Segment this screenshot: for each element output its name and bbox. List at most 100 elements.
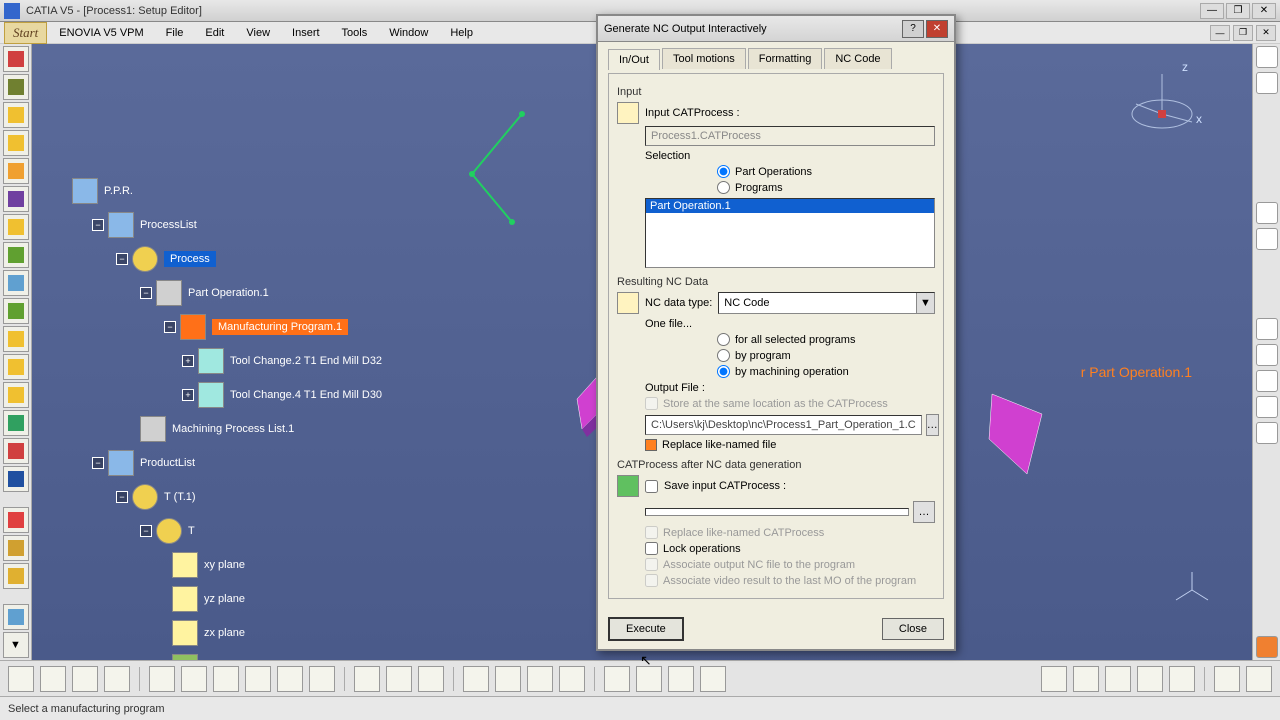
tool-button-6[interactable] [3,186,29,212]
tool-button-1[interactable] [3,46,29,72]
execute-button[interactable]: Execute [608,617,684,641]
tool-button-7[interactable] [3,214,29,240]
tree-tt1[interactable]: T (T.1) [164,491,196,503]
radio-programs[interactable] [717,181,730,194]
maximize-button[interactable]: ❐ [1226,3,1250,19]
expander-icon[interactable]: + [182,355,194,367]
list-item[interactable]: Part Operation.1 [646,199,934,213]
menu-edit[interactable]: Edit [195,25,234,41]
menu-enovia[interactable]: ENOVIA V5 VPM [49,25,153,41]
btool-14[interactable] [1137,666,1163,692]
tool-button-18[interactable] [3,535,29,561]
btool-6[interactable] [559,666,585,692]
radio-all-programs[interactable] [717,333,730,346]
tool-button-2[interactable] [3,74,29,100]
expander-icon[interactable]: − [140,287,152,299]
tool-button-4[interactable] [3,130,29,156]
tree-ppr[interactable]: P.P.R. [104,185,133,197]
tab-toolmotions[interactable]: Tool motions [662,48,746,69]
tree-partop[interactable]: Part Operation.1 [188,287,269,299]
btool-12[interactable] [1073,666,1099,692]
tool-button-13[interactable] [3,382,29,408]
selection-listbox[interactable]: Part Operation.1 [645,198,935,268]
fx-button[interactable] [354,666,380,692]
rtool-1[interactable] [1256,46,1278,68]
close-window-button[interactable]: ✕ [1252,3,1276,19]
new-button[interactable] [8,666,34,692]
menu-window[interactable]: Window [379,25,438,41]
btool-9[interactable] [668,666,694,692]
tool-button-5[interactable] [3,158,29,184]
btool-15[interactable] [1169,666,1195,692]
tree-t[interactable]: T [188,525,195,537]
rtool-9[interactable] [1256,422,1278,444]
chk-lock-operations[interactable] [645,542,658,555]
minimize-button[interactable]: — [1200,3,1224,19]
tree-mfgprog[interactable]: Manufacturing Program.1 [212,319,348,335]
btool-2[interactable] [418,666,444,692]
tool-button-15[interactable] [3,438,29,464]
menu-insert[interactable]: Insert [282,25,330,41]
tab-formatting[interactable]: Formatting [748,48,823,69]
doc-minimize-button[interactable]: — [1210,25,1230,41]
rtool-catia-icon[interactable] [1256,636,1278,658]
chk-save-input[interactable] [645,480,658,493]
tree-xyplane[interactable]: xy plane [204,559,245,571]
rtool-2[interactable] [1256,72,1278,94]
tool-button-17[interactable] [3,507,29,533]
menu-view[interactable]: View [236,25,280,41]
axis-gizmo[interactable] [1172,570,1212,610]
menu-tools[interactable]: Tools [332,25,378,41]
btool-5[interactable] [527,666,553,692]
expander-icon[interactable]: − [164,321,176,333]
tool-button-20[interactable] [3,604,29,630]
dialog-help-button[interactable]: ? [902,20,924,38]
btool-16[interactable] [1214,666,1240,692]
tree-zxplane[interactable]: zx plane [204,627,245,639]
expander-icon[interactable]: − [116,491,128,503]
open-button[interactable] [40,666,66,692]
save-button[interactable] [72,666,98,692]
help-button[interactable] [309,666,335,692]
tool-button-16[interactable] [3,466,29,492]
btool-10[interactable] [700,666,726,692]
rtool-4[interactable] [1256,228,1278,250]
btool-1[interactable] [386,666,412,692]
start-menu[interactable]: Start [4,22,47,44]
rtool-6[interactable] [1256,344,1278,366]
btool-4[interactable] [495,666,521,692]
spec-tree[interactable]: P.P.R. − ProcessList − Process − Part Op… [72,174,382,660]
print-button[interactable] [104,666,130,692]
rtool-5[interactable] [1256,318,1278,340]
btool-3[interactable] [463,666,489,692]
btool-13[interactable] [1105,666,1131,692]
tab-inout[interactable]: In/Out [608,49,660,70]
tool-button-10[interactable] [3,298,29,324]
menu-help[interactable]: Help [440,25,483,41]
redo-button[interactable] [277,666,303,692]
copy-button[interactable] [181,666,207,692]
undo-button[interactable] [245,666,271,692]
tree-processlist[interactable]: ProcessList [140,219,197,231]
tree-machlist[interactable]: Machining Process List.1 [172,423,294,435]
tool-button-12[interactable] [3,354,29,380]
dialog-titlebar[interactable]: Generate NC Output Interactively ? ✕ [598,16,954,42]
expander-icon[interactable]: − [92,457,104,469]
btool-11[interactable] [1041,666,1067,692]
cut-button[interactable] [149,666,175,692]
tool-button-14[interactable] [3,410,29,436]
paste-button[interactable] [213,666,239,692]
scroll-down-icon[interactable]: ▼ [3,632,29,658]
expander-icon[interactable]: − [92,219,104,231]
rtool-8[interactable] [1256,396,1278,418]
tab-nccode[interactable]: NC Code [824,48,891,69]
expander-icon[interactable]: − [116,253,128,265]
menu-file[interactable]: File [156,25,194,41]
tree-tchange2[interactable]: Tool Change.4 T1 End Mill D30 [230,389,382,401]
tool-button-8[interactable] [3,242,29,268]
tree-process[interactable]: Process [164,251,216,267]
close-button[interactable]: Close [882,618,944,640]
btool-17[interactable] [1246,666,1272,692]
tool-button-11[interactable] [3,326,29,352]
tree-tchange1[interactable]: Tool Change.2 T1 End Mill D32 [230,355,382,367]
